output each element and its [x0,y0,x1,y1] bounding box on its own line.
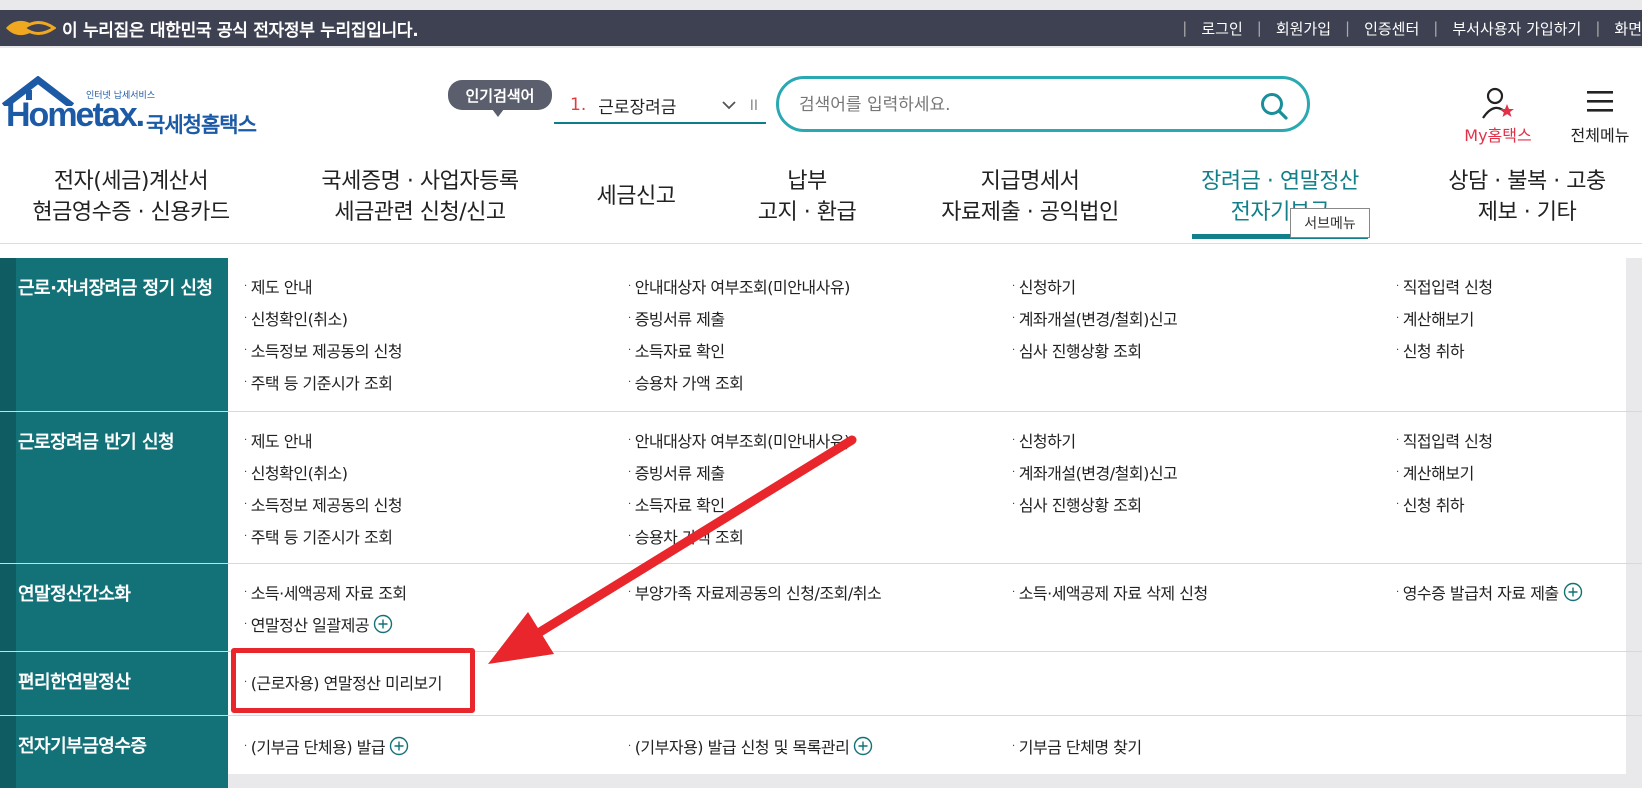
all-menu-button[interactable]: 전체메뉴 [1560,88,1640,146]
menu-link[interactable]: · (기부금 단체용) 발급 [244,734,409,758]
menu-link[interactable]: · 영수증 발급처 자료 제출 [1396,580,1583,604]
menu-link[interactable]: · 제도 안내 [244,274,313,298]
screen-link[interactable]: 화면 [1614,18,1642,39]
menu-link[interactable]: · 계좌개설(변경/철회)신고 [1012,460,1178,484]
expand-plus-icon[interactable] [373,614,393,634]
login-link[interactable]: 로그인 [1201,18,1242,39]
popular-search-badge: 인기검색어 [448,80,552,117]
logo-korean: 국세청홈택스 [146,113,257,137]
menu-link[interactable]: · 승용차 가액 조회 [628,524,744,548]
logo-english: Hometax. [6,96,145,134]
section-year-end-simplified: 연말정산간소화 · 소득·세액공제 자료 조회 · 부양가족 자료제공동의 신청/조… [0,564,1642,652]
popular-keyword[interactable]: 근로장려금 [598,93,676,118]
popular-search-box[interactable]: 1. 근로장려금 II [554,88,766,124]
highlight-box [231,648,475,713]
section-half-year-incentive: 근로장려금 반기 신청 · 제도 안내 · 안내대상자 여부조회(미안내사유) · 신… [0,412,1642,564]
nav-e-invoice[interactable]: 전자(세금)계산서 현금영수증 · 신용카드 [26,166,236,228]
section-title: 연말정산간소화 [18,584,131,605]
signup-link[interactable]: 회원가입 [1276,18,1331,39]
pause-button[interactable]: II [750,98,758,114]
menu-link[interactable]: · 증빙서류 제출 [628,306,725,330]
menu-link[interactable]: · 주택 등 기준시가 조회 [244,524,393,548]
section-title: 전자기부금영수증 [18,736,147,757]
nav-consult-appeal[interactable]: 상담 · 불복 · 고충 제보 · 기타 [1432,166,1622,228]
menu-link[interactable]: · 계좌개설(변경/철회)신고 [1012,306,1178,330]
menu-link[interactable]: · 안내대상자 여부조회(미안내사유) [628,274,850,298]
expand-plus-icon[interactable] [389,736,409,756]
menu-link[interactable]: · 신청 취하 [1396,338,1465,362]
menu-link[interactable]: · 신청하기 [1012,274,1076,298]
main-navigation: 전자(세금)계산서 현금영수증 · 신용카드 국세증명 · 사업자등록 세금관련… [0,148,1642,244]
menu-link[interactable]: · 기부금 단체명 찾기 [1012,734,1142,758]
menu-link[interactable]: · 주택 등 기준시가 조회 [244,370,393,394]
search-box [776,76,1310,132]
search-input[interactable] [799,93,1239,117]
chevron-down-icon[interactable] [722,98,736,112]
menu-link[interactable]: · 연말정산 일괄제공 [244,612,393,636]
menu-link[interactable]: · 부양가족 자료제공동의 신청/조회/취소 [628,580,882,604]
menu-link[interactable]: · 계산해보기 [1396,306,1474,330]
menu-link[interactable]: · 심사 진행상황 조회 [1012,492,1142,516]
menu-link[interactable]: · 소득정보 제공동의 신청 [244,338,403,362]
menu-link[interactable]: · 계산해보기 [1396,460,1474,484]
menu-link[interactable]: · 안내대상자 여부조회(미안내사유) [628,428,850,452]
menu-link[interactable]: · 소득자료 확인 [628,492,725,516]
nav-payment-statement[interactable]: 지급명세서 자료제출 · 공익법인 [930,166,1130,228]
menu-link[interactable]: · 직접입력 신청 [1396,274,1493,298]
all-menu-label: 전체메뉴 [1570,126,1630,145]
gov-links: | 로그인 | 회원가입 | 인증센터 | 부서사용자 가입하기 | 화면 [1182,18,1642,39]
hometax-logo[interactable]: 인터넷 납세서비스 Hometax. 국세청홈택스 [0,76,270,140]
menu-link[interactable]: · 소득·세액공제 자료 삭제 신청 [1012,580,1208,604]
menu-link[interactable]: · 소득정보 제공동의 신청 [244,492,403,516]
menu-link[interactable]: · 신청확인(취소) [244,306,348,330]
popular-rank: 1. [570,95,587,115]
my-hometax-label: My홈택스 [1464,126,1532,145]
cert-center-link[interactable]: 인증센터 [1364,18,1419,39]
expand-plus-icon[interactable] [853,736,873,756]
menu-link[interactable]: · 직접입력 신청 [1396,428,1493,452]
section-title: 근로·자녀장려금 정기 신청 [18,278,213,299]
gov-emblem-icon [6,20,56,36]
menu-link[interactable]: · 소득자료 확인 [628,338,725,362]
section-e-donation-receipt: 전자기부금영수증 · (기부금 단체용) 발급 · (기부자용) 발급 신청 및 목… [0,716,1642,774]
menu-link[interactable]: · 소득·세액공제 자료 조회 [244,580,407,604]
menu-link[interactable]: · 승용차 가액 조회 [628,370,744,394]
search-icon[interactable] [1259,91,1289,121]
header: 인터넷 납세서비스 Hometax. 국세청홈택스 인기검색어 1. 근로장려금… [0,48,1642,148]
section-regular-incentive: 근로·자녀장려금 정기 신청 · 제도 안내 · 안내대상자 여부조회(미안내사유)… [0,258,1642,412]
submenu-tooltip: 서브메뉴 [1290,208,1370,238]
menu-link[interactable]: · 심사 진행상황 조회 [1012,338,1142,362]
expand-plus-icon[interactable] [1563,582,1583,602]
hamburger-icon [1587,91,1613,112]
menu-link[interactable]: · 신청확인(취소) [244,460,348,484]
dept-user-signup-link[interactable]: 부서사용자 가입하기 [1452,18,1581,39]
user-icon [1482,87,1514,119]
section-title: 근로장려금 반기 신청 [18,432,175,453]
nav-certificate-registration[interactable]: 국세증명 · 사업자등록 세금관련 신청/신고 [300,166,540,228]
gov-banner: 이 누리집은 대한민국 공식 전자정부 누리집입니다. | 로그인 | 회원가입… [0,0,1642,48]
panel-bottom-bar [228,774,1626,788]
gov-notice: 이 누리집은 대한민국 공식 전자정부 누리집입니다. [62,20,419,41]
menu-link[interactable]: · (기부자용) 발급 신청 및 목록관리 [628,734,873,758]
menu-link[interactable]: · 제도 안내 [244,428,313,452]
menu-link[interactable]: · 신청하기 [1012,428,1076,452]
nav-tax-filing[interactable]: 세금신고 [586,181,686,212]
nav-payment[interactable]: 납부 고지 · 환급 [746,166,868,228]
section-title: 편리한연말정산 [18,672,131,693]
gov-banner-inner: 이 누리집은 대한민국 공식 전자정부 누리집입니다. | 로그인 | 회원가입… [0,10,1642,46]
menu-link[interactable]: · 신청 취하 [1396,492,1465,516]
my-hometax-button[interactable]: My홈택스 [1458,86,1538,146]
menu-link[interactable]: · 증빙서류 제출 [628,460,725,484]
